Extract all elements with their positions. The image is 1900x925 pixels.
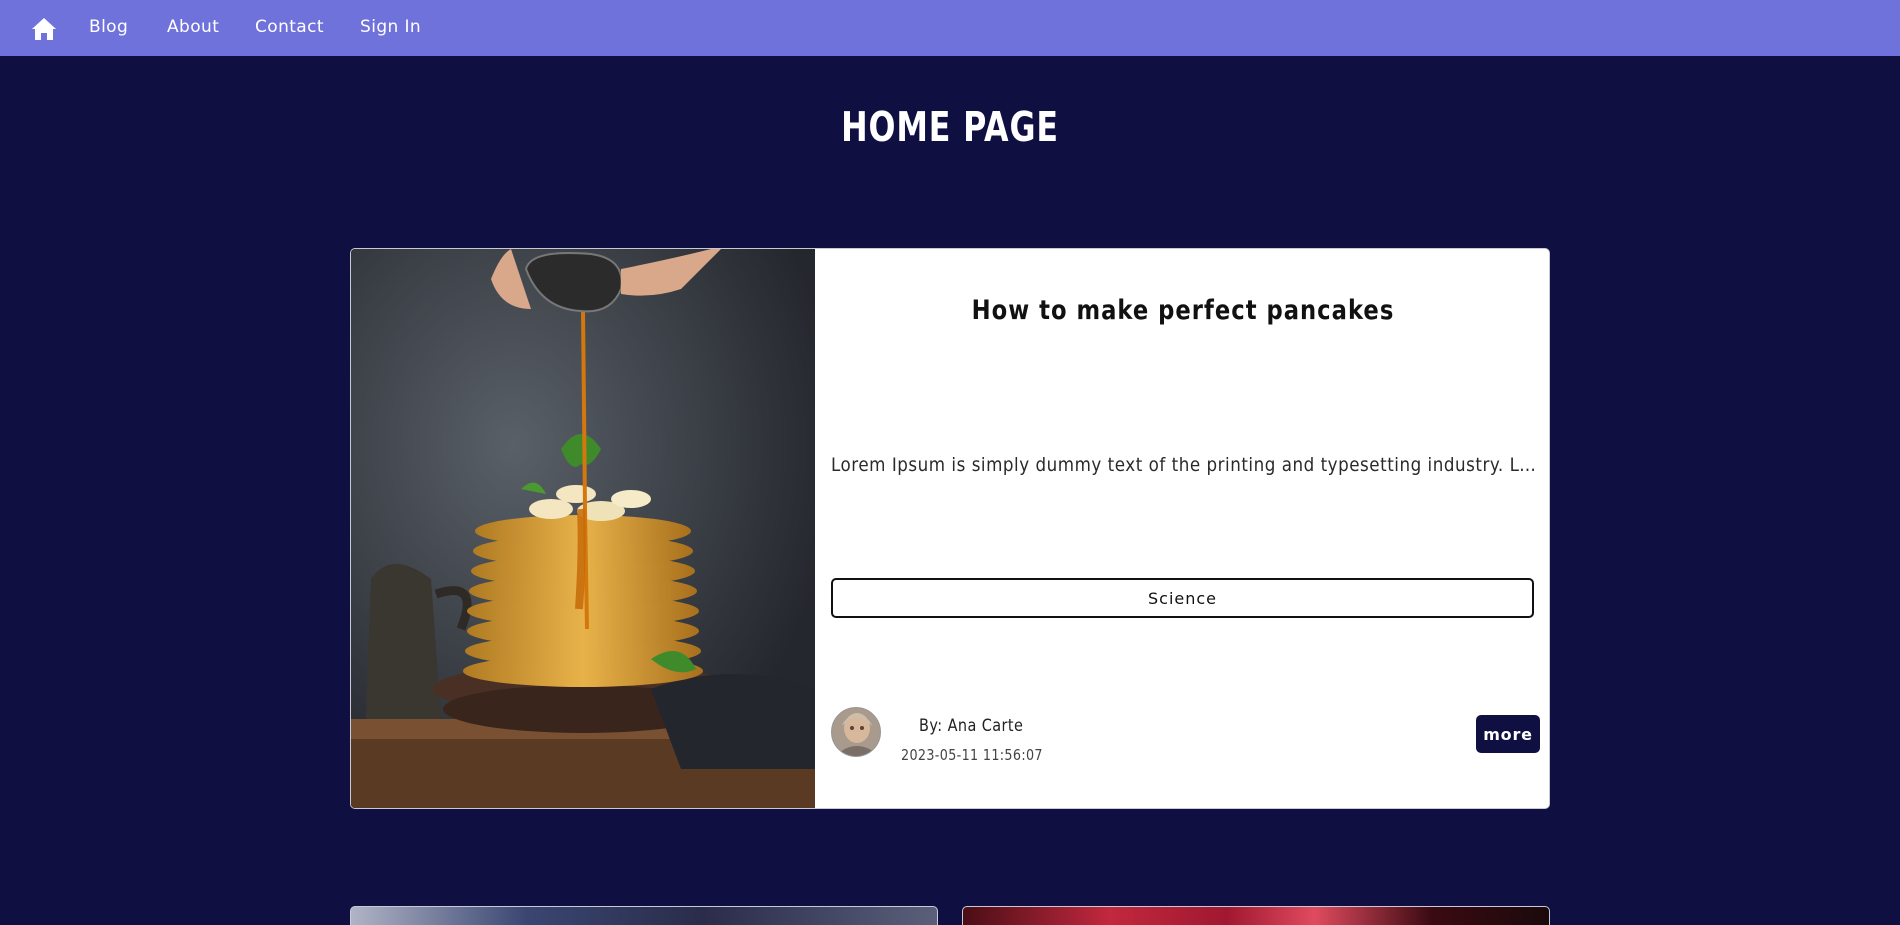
- featured-post-card: How to make perfect pancakes Lorem Ipsum…: [350, 248, 1550, 809]
- navbar: Blog About Contact Sign In: [0, 0, 1900, 56]
- post-date: 2023-05-11 11:56:07: [901, 746, 1043, 764]
- post-excerpt: Lorem Ipsum is simply dummy text of the …: [831, 454, 1537, 476]
- nav-link-contact[interactable]: Contact: [255, 17, 324, 37]
- nav-link-sign-in[interactable]: Sign In: [360, 17, 421, 37]
- post-image[interactable]: [351, 249, 815, 808]
- post-card-preview[interactable]: [962, 906, 1550, 925]
- category-button[interactable]: Science: [831, 578, 1534, 618]
- page-title: HOME PAGE: [841, 103, 1059, 151]
- home-icon[interactable]: [31, 16, 57, 42]
- more-button[interactable]: more: [1476, 715, 1540, 753]
- nav-link-blog[interactable]: Blog: [89, 17, 128, 37]
- nav-link-about[interactable]: About: [167, 17, 219, 37]
- author-avatar: [831, 707, 881, 757]
- post-title[interactable]: How to make perfect pancakes: [874, 295, 1492, 326]
- post-card-preview[interactable]: [350, 906, 938, 925]
- post-author: By: Ana Carte: [919, 716, 1024, 736]
